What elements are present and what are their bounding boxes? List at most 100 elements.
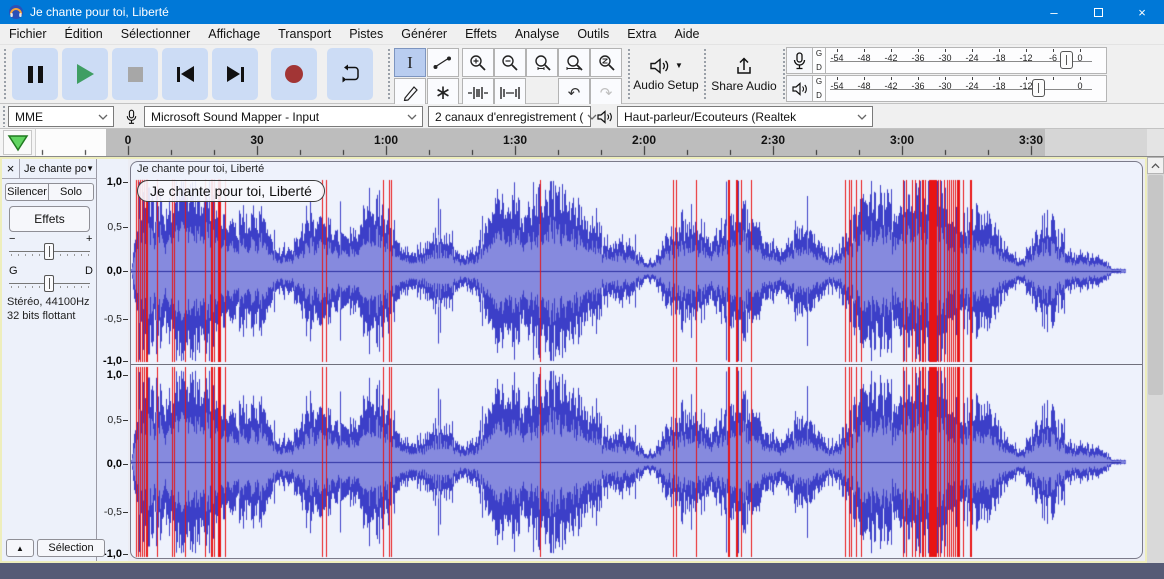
share-audio-button[interactable]: Share Audio bbox=[708, 48, 780, 100]
audio-setup-button[interactable]: ▼ Audio Setup bbox=[632, 48, 700, 100]
playback-meter-button[interactable] bbox=[786, 75, 813, 102]
gain-slider-thumb[interactable] bbox=[44, 243, 54, 260]
speaker-icon bbox=[649, 57, 671, 75]
track-name-dropdown[interactable]: Je chante po bbox=[20, 163, 86, 175]
menu-outils[interactable]: Outils bbox=[568, 24, 618, 45]
menu-effets[interactable]: Effets bbox=[456, 24, 506, 45]
playback-meter[interactable]: G D -54 -48 -42 -36 -30 -24 -18 -12 0 bbox=[786, 75, 1107, 102]
multi-tool-button[interactable]: ∗ bbox=[427, 78, 459, 107]
undo-button[interactable]: ↶ bbox=[558, 78, 590, 107]
envelope-icon bbox=[433, 55, 453, 71]
menu-transport[interactable]: Transport bbox=[269, 24, 340, 45]
timeline-options-panel bbox=[0, 129, 36, 156]
skip-to-end-button[interactable] bbox=[212, 48, 258, 100]
maximize-icon bbox=[1094, 8, 1103, 17]
zoom-fit-button[interactable] bbox=[558, 48, 590, 77]
pan-left-label: G bbox=[9, 265, 18, 277]
channel-right-label: D bbox=[816, 91, 822, 100]
audio-host-select[interactable]: MME bbox=[8, 106, 114, 127]
workspace-background bbox=[0, 563, 1164, 579]
transport-toolbar-grip[interactable] bbox=[2, 49, 7, 100]
speaker-small-icon bbox=[792, 82, 808, 96]
trim-audio-button[interactable] bbox=[462, 78, 494, 107]
close-button[interactable]: × bbox=[1120, 0, 1164, 24]
scrollbar-thumb[interactable] bbox=[1148, 175, 1163, 395]
zoom-out-button[interactable] bbox=[494, 48, 526, 77]
record-meter-scale[interactable]: -54 -48 -42 -36 -30 -24 -18 -12 -6 0 bbox=[826, 47, 1107, 74]
skip-to-end-icon bbox=[227, 66, 244, 82]
menu-edition[interactable]: Édition bbox=[56, 24, 112, 45]
menu-pistes[interactable]: Pistes bbox=[340, 24, 392, 45]
tools-toolbar-grip[interactable] bbox=[386, 49, 391, 100]
zoom-toggle-button[interactable] bbox=[590, 48, 622, 77]
menu-analyse[interactable]: Analyse bbox=[506, 24, 568, 45]
timeline-ruler[interactable]: 0 30 1:00 1:30 2:00 2:30 3:00 3:30 bbox=[36, 129, 1147, 156]
clip-title: Je chante pour toi, Liberté bbox=[137, 163, 264, 175]
chevron-down-icon bbox=[407, 114, 417, 120]
audio-setup-toolbar-grip[interactable] bbox=[626, 49, 631, 100]
timeline-options-button[interactable] bbox=[3, 130, 32, 155]
minimize-button[interactable]: – bbox=[1032, 0, 1076, 24]
record-icon bbox=[285, 65, 303, 83]
menu-generer[interactable]: Générer bbox=[392, 24, 456, 45]
device-toolbar: MME Microsoft Sound Mapper - Input 2 can… bbox=[0, 104, 1164, 129]
zoom-selection-icon bbox=[533, 54, 551, 72]
track-canvas-area[interactable]: Je chante pour toi, Liberté Je chante po… bbox=[128, 159, 1145, 561]
selection-tool-choice-button[interactable]: Sélection bbox=[37, 539, 105, 557]
playback-device-select[interactable]: Haut-parleur/Ecouteurs (Realtek bbox=[617, 106, 873, 127]
loop-icon bbox=[338, 63, 362, 85]
track-name-overlay: Je chante pour toi, Liberté bbox=[137, 180, 325, 202]
menu-extra[interactable]: Extra bbox=[618, 24, 665, 45]
loop-button[interactable] bbox=[327, 48, 373, 100]
recording-device-select[interactable]: Microsoft Sound Mapper - Input bbox=[144, 106, 423, 127]
share-audio-label: Share Audio bbox=[711, 79, 776, 93]
share-upload-icon bbox=[734, 56, 754, 76]
record-meter-button[interactable] bbox=[786, 47, 813, 74]
vertical-scrollbar[interactable] bbox=[1147, 157, 1164, 563]
record-button[interactable] bbox=[271, 48, 317, 100]
vertical-scale-ruler[interactable]: 1,0 0,5 0,0 -0,5 -1,0 1,0 0,5 0,0 -0,5 -… bbox=[97, 159, 128, 561]
solo-button[interactable]: Solo bbox=[48, 183, 94, 201]
stop-icon bbox=[128, 67, 143, 82]
selection-tool-button[interactable]: I bbox=[394, 48, 426, 77]
menu-fichier[interactable]: Fichier bbox=[0, 24, 56, 45]
skip-to-start-button[interactable] bbox=[162, 48, 208, 100]
pan-slider-thumb[interactable] bbox=[44, 275, 54, 292]
draw-tool-button[interactable] bbox=[394, 78, 426, 107]
scroll-up-button[interactable] bbox=[1147, 157, 1164, 174]
redo-button[interactable]: ↷ bbox=[590, 78, 622, 107]
channel-left-label: G bbox=[816, 49, 822, 58]
skip-to-start-icon bbox=[177, 66, 194, 82]
stop-button[interactable] bbox=[112, 48, 158, 100]
recording-channels-select[interactable]: 2 canaux d'enregistrement ( bbox=[428, 106, 591, 127]
pause-button[interactable] bbox=[12, 48, 58, 100]
waveform-channel-left[interactable] bbox=[131, 178, 1142, 364]
zoom-in-icon bbox=[469, 54, 487, 72]
effects-button[interactable]: Effets bbox=[9, 206, 90, 232]
playback-meter-scale[interactable]: -54 -48 -42 -36 -30 -24 -18 -12 0 bbox=[826, 75, 1107, 102]
zoom-in-button[interactable] bbox=[462, 48, 494, 77]
play-button[interactable] bbox=[62, 48, 108, 100]
track-close-button[interactable]: × bbox=[2, 159, 20, 179]
envelope-tool-button[interactable] bbox=[427, 48, 459, 77]
menu-affichage[interactable]: Affichage bbox=[199, 24, 269, 45]
gain-min-label: − bbox=[9, 233, 15, 245]
audio-clip[interactable]: Je chante pour toi, Liberté Je chante po… bbox=[130, 161, 1143, 559]
silence-audio-icon bbox=[499, 86, 521, 100]
record-volume-slider[interactable] bbox=[1060, 51, 1073, 69]
share-audio-toolbar-grip[interactable] bbox=[702, 49, 707, 100]
maximize-button[interactable] bbox=[1076, 0, 1120, 24]
recording-meter[interactable]: G D -54 -48 -42 -36 -30 -24 -18 -12 -6 0 bbox=[786, 47, 1107, 74]
meter-toolbars: G D -54 -48 -42 -36 -30 -24 -18 -12 -6 0 bbox=[786, 47, 1107, 102]
track-menu-caret-icon[interactable]: ▼ bbox=[86, 164, 97, 173]
mute-button[interactable]: Silencer bbox=[5, 183, 49, 201]
collapse-track-button[interactable]: ▲ bbox=[6, 539, 34, 557]
zoom-selection-button[interactable] bbox=[526, 48, 558, 77]
waveform-channel-right[interactable] bbox=[131, 365, 1142, 558]
title-bar: Je chante pour toi, Liberté – × bbox=[0, 0, 1164, 24]
menu-selectionner[interactable]: Sélectionner bbox=[112, 24, 200, 45]
silence-audio-button[interactable] bbox=[494, 78, 526, 107]
playback-volume-slider[interactable] bbox=[1032, 79, 1045, 97]
menu-aide[interactable]: Aide bbox=[665, 24, 708, 45]
device-toolbar-grip[interactable] bbox=[1, 106, 6, 127]
